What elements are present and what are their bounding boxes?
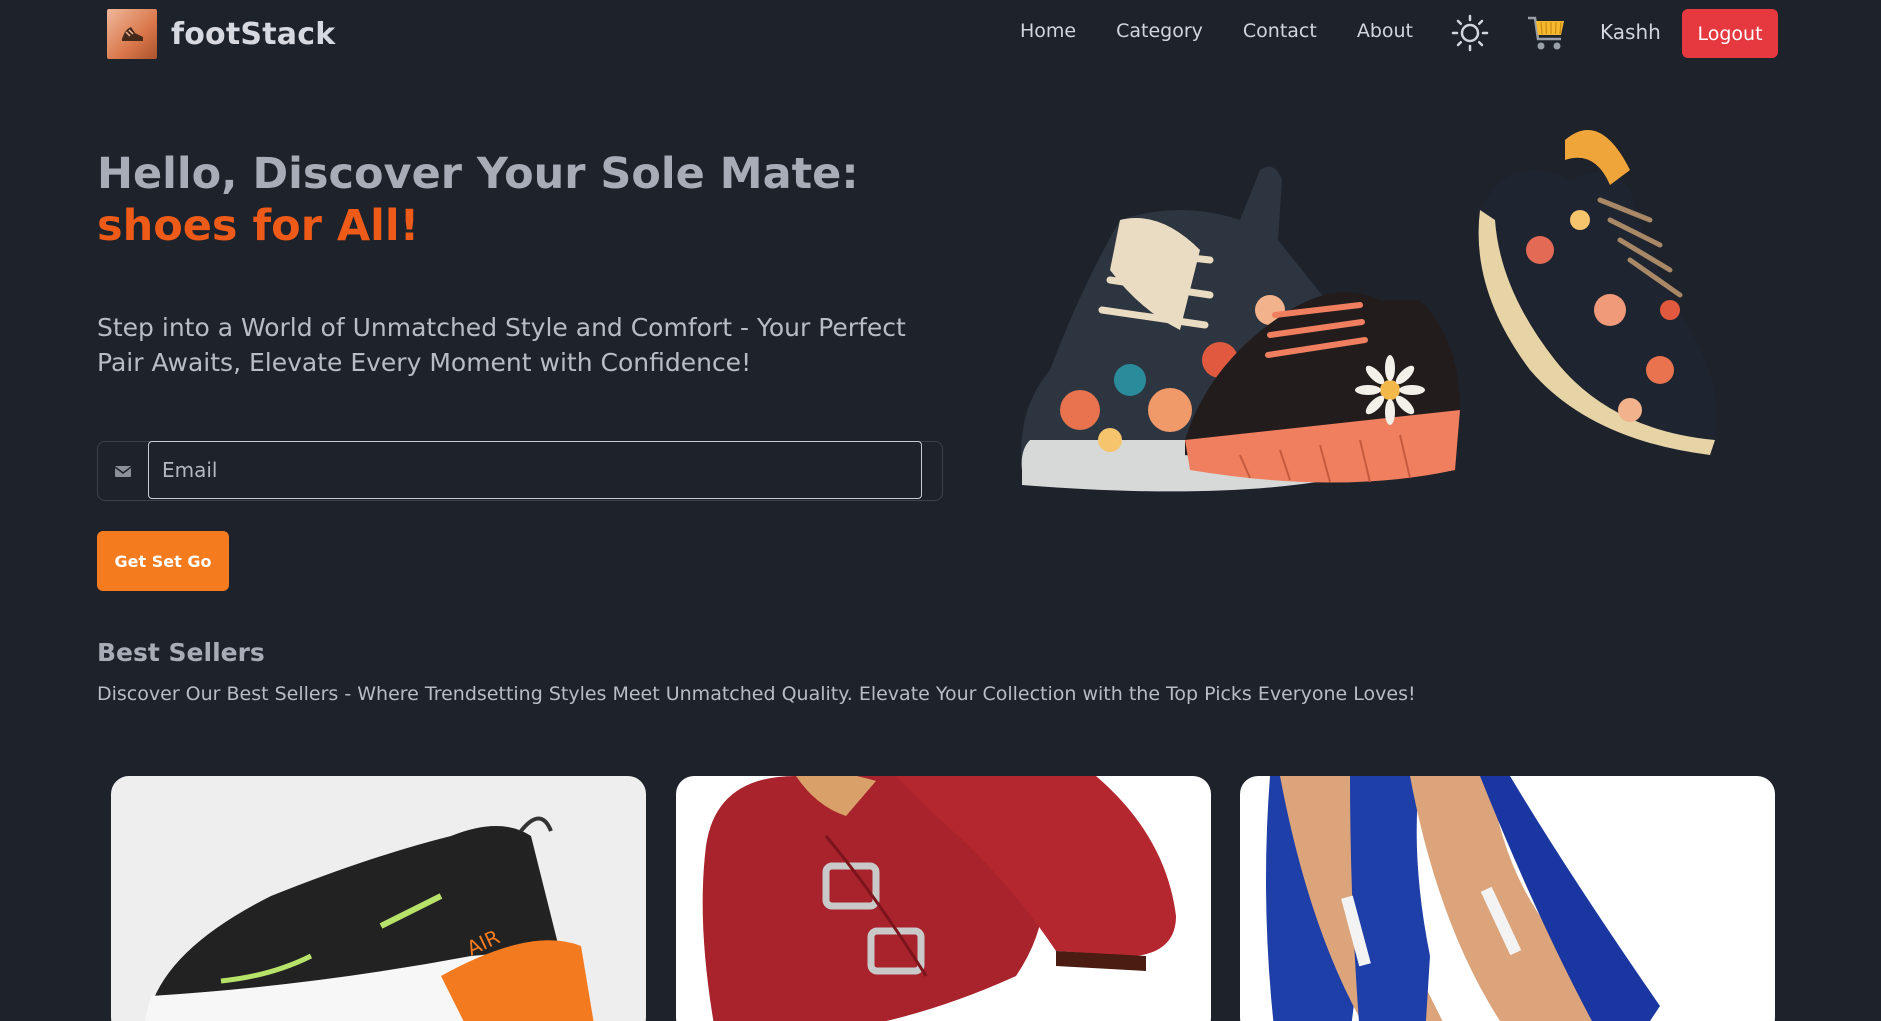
- best-sellers-title: Best Sellers: [97, 638, 265, 667]
- sun-icon[interactable]: [1451, 14, 1489, 52]
- get-set-go-button[interactable]: Get Set Go: [97, 531, 229, 591]
- email-group: [97, 441, 943, 501]
- hero-subtitle: Step into a World of Unmatched Style and…: [97, 313, 906, 377]
- nav-link-home[interactable]: Home: [1020, 20, 1076, 42]
- red-monk-strap-shoes-image: [702, 776, 1176, 1021]
- product-card[interactable]: AIR: [111, 776, 646, 1021]
- hero-title: Hello, Discover Your Sole Mate: shoes fo…: [97, 148, 859, 252]
- hero-title-accent: shoes for All!: [97, 201, 420, 251]
- nav-links: Home Category Contact About: [1020, 20, 1413, 42]
- product-card[interactable]: [676, 776, 1211, 1021]
- black-orange-sneaker-image: AIR: [144, 816, 594, 1021]
- nav-link-contact[interactable]: Contact: [1243, 20, 1317, 42]
- brand[interactable]: footStack: [107, 9, 335, 59]
- nav-link-category[interactable]: Category: [1116, 20, 1203, 42]
- blue-high-heels-image: [1266, 776, 1660, 1021]
- email-input[interactable]: [148, 441, 922, 499]
- hero-title-line1: Hello, Discover Your Sole Mate:: [97, 149, 859, 199]
- nav-link-about[interactable]: About: [1357, 20, 1413, 42]
- product-card[interactable]: [1240, 776, 1775, 1021]
- cart-icon[interactable]: [1526, 13, 1568, 55]
- hero-shoes-image: [1010, 110, 1740, 510]
- logo-icon: [107, 9, 157, 59]
- username[interactable]: Kashh: [1600, 20, 1661, 44]
- logout-button[interactable]: Logout: [1682, 9, 1778, 58]
- envelope-icon: [98, 442, 148, 500]
- best-sellers-description: Discover Our Best Sellers - Where Trends…: [97, 683, 1416, 705]
- navbar: footStack Home Category Contact About Ka…: [0, 0, 1881, 66]
- brand-name: footStack: [171, 16, 336, 52]
